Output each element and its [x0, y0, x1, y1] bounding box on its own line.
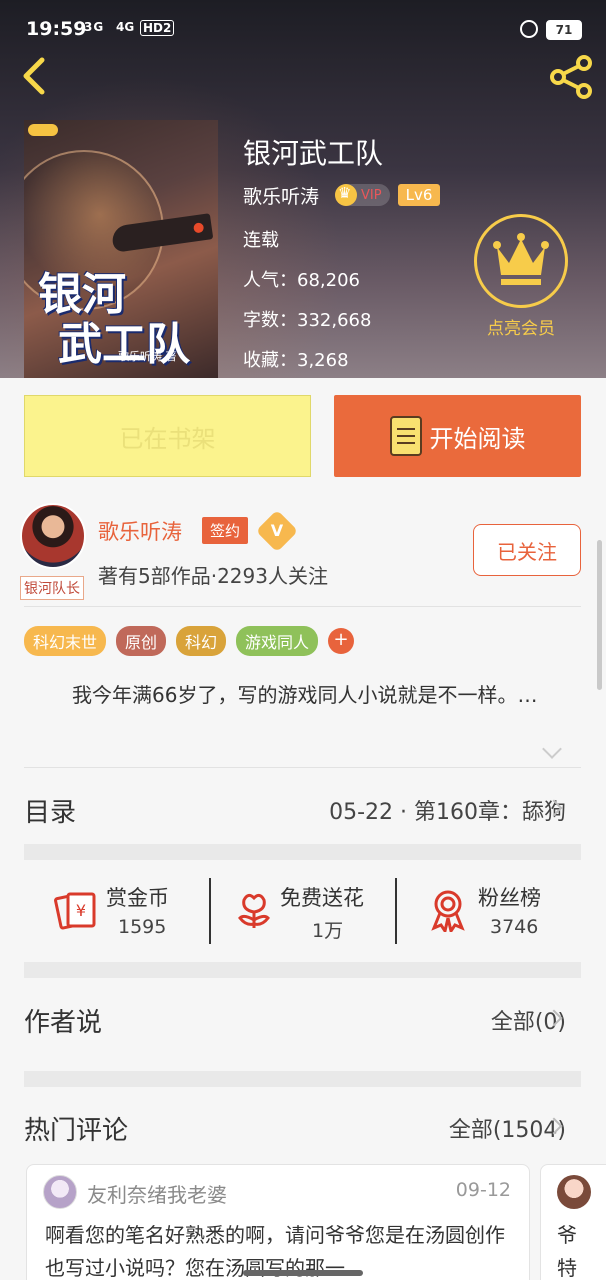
- stat-value: 1595: [118, 916, 167, 938]
- tag-item[interactable]: 游戏同人: [236, 626, 319, 656]
- book-author-name[interactable]: 歌乐听涛: [243, 182, 319, 209]
- flower-icon: [238, 893, 270, 928]
- stat-value: 3746: [490, 916, 539, 938]
- commenter-avatar[interactable]: [557, 1175, 591, 1209]
- vip-label: VIP: [361, 187, 382, 203]
- team-badge: 银河队长: [20, 576, 84, 600]
- back-button[interactable]: [14, 54, 58, 98]
- reward-coin-button[interactable]: ¥ 赏金币 1595: [54, 878, 204, 944]
- follow-button[interactable]: 已关注: [473, 524, 581, 576]
- tag-item[interactable]: 科幻末世: [24, 626, 107, 656]
- send-flower-button[interactable]: 免费送花 1万: [232, 878, 382, 944]
- signal-4g-icon: 4G: [116, 20, 135, 34]
- signed-badge: 签约: [202, 517, 249, 544]
- book-description[interactable]: 我今年满66岁了，写的游戏同人小说就是不一样。…: [24, 680, 569, 710]
- start-reading-label: 开始阅读: [429, 424, 526, 453]
- toc-label[interactable]: 目录: [24, 792, 76, 829]
- comment-date: 09-12: [455, 1179, 511, 1201]
- battery-icon: 71: [546, 20, 582, 40]
- home-indicator[interactable]: [243, 1270, 363, 1276]
- stat-divider: [209, 878, 211, 944]
- commenter-avatar[interactable]: [43, 1175, 77, 1209]
- tag-item[interactable]: 原创: [116, 626, 167, 656]
- level-badge: Lv6: [397, 184, 441, 206]
- cover-publisher-badge: [28, 124, 58, 136]
- member-button[interactable]: 点亮会员: [473, 214, 569, 342]
- verified-label: V: [270, 521, 284, 540]
- book-header: 19:59 3G 4G HD2 71 银河 武工队 歌乐听涛 著 银河武工队 歌…: [0, 0, 606, 378]
- signal-3g-icon: 3G: [84, 20, 105, 34]
- author-name[interactable]: 歌乐听涛: [98, 516, 182, 546]
- comment-text: 爷特: [557, 1223, 577, 1280]
- stat-name: 赏金币: [106, 886, 169, 910]
- author-says-label: 作者说: [24, 1008, 103, 1038]
- vip-badge: VIP: [335, 184, 390, 206]
- add-tag-button[interactable]: +: [328, 628, 355, 654]
- comment-card[interactable]: 友利奈绪我老婆 09-12 啊看您的笔名好熟悉的啊，请问爷爷您是在汤圆创作也写过…: [26, 1164, 530, 1280]
- stat-divider: [395, 878, 397, 944]
- stat-value: 1万: [312, 920, 344, 942]
- back-arrow-icon: [23, 57, 45, 95]
- commenter-name[interactable]: 友利奈绪我老婆: [87, 1179, 227, 1208]
- share-button[interactable]: [548, 54, 596, 100]
- book-word-count: 字数：332,668: [243, 310, 372, 331]
- stat-name: 免费送花: [280, 886, 364, 910]
- comment-card[interactable]: 爷特: [540, 1164, 606, 1280]
- book-favorites: 收藏：3,268: [243, 350, 349, 371]
- status-time: 19:59: [26, 18, 87, 40]
- toc-latest-chapter[interactable]: 05-22 · 第160章：舔狗: [329, 794, 566, 826]
- cover-author: 歌乐听涛 著: [118, 350, 177, 363]
- verified-badge: V: [255, 509, 299, 553]
- divider: [24, 606, 581, 607]
- hot-comments-label: 热门评论: [24, 1116, 129, 1146]
- section-separator: [24, 844, 581, 860]
- book-cover[interactable]: 银河 武工队 歌乐听涛 著: [24, 120, 218, 378]
- book-author-row: 歌乐听涛 VIP Lv6: [243, 182, 441, 209]
- tag-item[interactable]: 科幻: [176, 626, 227, 656]
- divider: [24, 767, 581, 768]
- book-status: 连载: [243, 230, 279, 251]
- crown-icon: [335, 184, 358, 206]
- tag-list: 科幻末世 原创 科幻 游戏同人 +: [24, 626, 355, 656]
- in-shelf-button[interactable]: 已在书架: [24, 395, 311, 477]
- member-label: 点亮会员: [487, 319, 555, 339]
- svg-text:¥: ¥: [76, 901, 86, 920]
- status-bar: 19:59 3G 4G HD2 71: [0, 0, 606, 60]
- member-crown-icon: [474, 214, 568, 308]
- stat-name: 粉丝榜: [478, 886, 541, 910]
- section-separator: [24, 962, 581, 978]
- share-icon: [550, 55, 592, 99]
- book-popularity: 人气：68,206: [243, 270, 360, 291]
- start-reading-button[interactable]: 开始阅读: [334, 395, 581, 477]
- fan-rank-button[interactable]: 粉丝榜 3746: [428, 878, 578, 944]
- coin-icon: ¥: [54, 892, 96, 930]
- scrollbar[interactable]: [597, 540, 602, 690]
- section-separator: [24, 1071, 581, 1087]
- orientation-lock-icon: [520, 20, 538, 38]
- author-subtitle: 著有5部作品·2293人关注: [98, 564, 328, 588]
- expand-chevron-icon[interactable]: [542, 739, 562, 759]
- book-icon: [389, 416, 422, 456]
- author-avatar[interactable]: [20, 503, 86, 569]
- medal-icon: [431, 890, 465, 932]
- hd-icon: HD2: [140, 20, 175, 36]
- cover-title-line1: 银河: [38, 269, 126, 320]
- book-title: 银河武工队: [243, 137, 384, 170]
